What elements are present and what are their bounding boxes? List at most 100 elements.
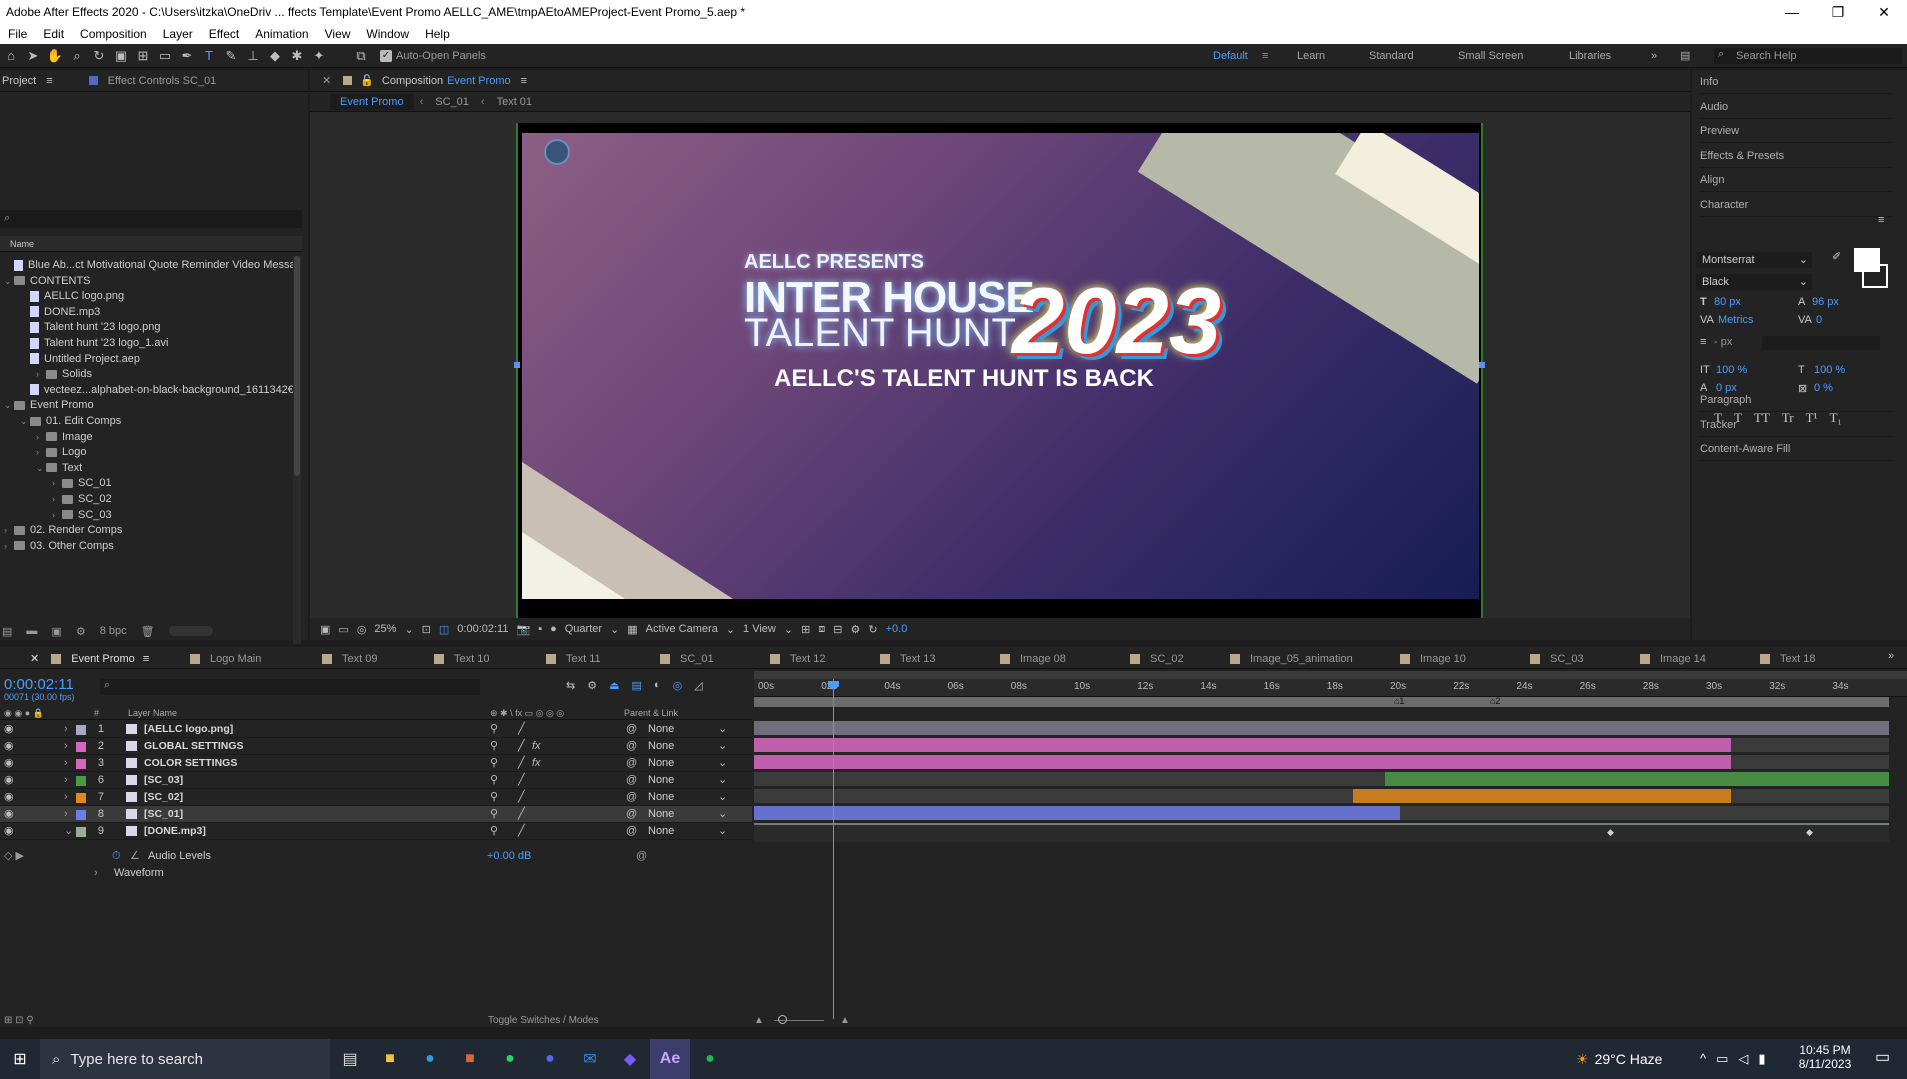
lock-icon[interactable]: 🔓 xyxy=(360,74,374,87)
color-channel-icon[interactable]: ● xyxy=(550,623,557,635)
pickwhip-icon[interactable]: @ xyxy=(626,823,637,840)
workspace-default[interactable]: Default xyxy=(1213,44,1248,68)
timeline-search-input[interactable]: ⌕ xyxy=(100,679,480,695)
label-color-icon[interactable] xyxy=(76,725,86,735)
tray-chevron-icon[interactable]: ^ xyxy=(1700,1051,1706,1067)
fit-icon[interactable]: ⊡ xyxy=(422,623,431,636)
region-of-interest-icon[interactable]: ◫ xyxy=(439,623,449,636)
timeline-tab[interactable]: SC_02 xyxy=(1130,649,1184,669)
taskbar-search[interactable]: ⌕ Type here to search xyxy=(40,1039,330,1079)
chevron-down-icon[interactable]: ⌄ xyxy=(718,789,727,806)
close-button[interactable]: ✕ xyxy=(1861,4,1907,21)
quality-switch-icon[interactable]: ╱ xyxy=(518,738,525,755)
stroke-color-swatch[interactable] xyxy=(1862,264,1888,288)
keyframe-2[interactable]: ◆ xyxy=(1806,827,1813,838)
eye-icon[interactable]: ◉ xyxy=(4,755,14,772)
clock[interactable]: 10:45 PM 8/11/2023 xyxy=(1790,1043,1860,1071)
label-color-icon[interactable] xyxy=(76,793,86,803)
speaker-icon[interactable]: ◁ xyxy=(1738,1051,1748,1067)
timeline-tab[interactable]: Text 12 xyxy=(770,649,825,669)
after-effects-icon[interactable]: Ae xyxy=(650,1039,690,1079)
more-workspaces-icon[interactable]: » xyxy=(1651,44,1657,68)
layer-name[interactable]: COLOR SETTINGS xyxy=(144,755,237,772)
chevron-right-icon[interactable]: › xyxy=(64,772,68,789)
maximize-button[interactable]: ❐ xyxy=(1815,4,1861,21)
layer-row[interactable]: ◉ › 2 GLOBAL SETTINGS ⚲ ╱ fx @ None ⌄ xyxy=(0,738,752,755)
discord-icon[interactable]: ● xyxy=(530,1039,570,1079)
menu-item-animation[interactable]: Animation xyxy=(247,27,316,41)
layer-duration-bar[interactable] xyxy=(754,806,1401,820)
zoom-in-icon[interactable]: ▲ xyxy=(840,1015,850,1026)
layer-row[interactable]: ◉ › 8 [SC_01] ⚲ ╱ @ None ⌄ xyxy=(0,806,752,823)
rotate-tool-icon[interactable]: ↻ xyxy=(88,48,110,64)
more-tabs-icon[interactable]: » xyxy=(1888,650,1894,662)
workspace-standard[interactable]: Standard xyxy=(1369,44,1414,68)
fx-switch-icon[interactable]: fx xyxy=(532,755,541,772)
timeline-tab[interactable]: Image 08 xyxy=(1000,649,1066,669)
chevron-down-icon[interactable]: ⌄ xyxy=(610,623,619,636)
marker-1[interactable]: ⌂1 xyxy=(1394,696,1404,706)
chevron-down-icon[interactable]: ⌄ xyxy=(718,806,727,823)
shy-switch-icon[interactable]: ⚲ xyxy=(490,806,498,823)
chevron-right-icon[interactable]: › xyxy=(4,537,14,555)
horizontal-scale-value[interactable]: 100 % xyxy=(1814,364,1845,376)
align-panel-icon[interactable]: ⧉ xyxy=(350,48,372,64)
new-folder-icon[interactable]: ▬ xyxy=(26,625,37,637)
layer-name[interactable]: [SC_01] xyxy=(144,806,183,823)
quality-switch-icon[interactable]: ╱ xyxy=(518,789,525,806)
panel-audio[interactable]: Audio xyxy=(1700,95,1892,119)
tab-project[interactable]: Project xyxy=(2,75,36,87)
chevron-right-icon[interactable]: › xyxy=(64,806,68,823)
selection-tool-icon[interactable]: ➤ xyxy=(22,48,44,64)
pickwhip-icon[interactable]: @ xyxy=(626,738,637,755)
fx-switch-icon[interactable]: fx xyxy=(532,738,541,755)
panel-menu-icon[interactable]: ≡ xyxy=(143,653,149,665)
project-search-input[interactable]: ⌕ xyxy=(0,210,302,228)
start-button[interactable]: ⊞ xyxy=(0,1039,40,1079)
panel-menu-icon[interactable]: ≡ xyxy=(1878,214,1884,226)
pickwhip-icon[interactable]: @ xyxy=(626,789,637,806)
shy-layers-icon[interactable]: ⏏ xyxy=(609,679,619,692)
current-time[interactable]: 0:00:02:11 xyxy=(457,623,508,635)
keyframe-1[interactable]: ◆ xyxy=(1607,827,1614,838)
3d-draft-icon[interactable]: ⧈ xyxy=(818,623,825,636)
battery-icon[interactable]: ▮ xyxy=(1758,1051,1765,1067)
font-size-value[interactable]: 80 px xyxy=(1714,296,1741,308)
parent-select[interactable]: None xyxy=(648,738,674,755)
close-tab-icon[interactable]: ✕ xyxy=(322,74,331,87)
project-scrollbar[interactable] xyxy=(293,256,301,644)
zoom-select[interactable]: 25% xyxy=(374,623,396,635)
menu-item-layer[interactable]: Layer xyxy=(155,27,201,41)
timeline-tab[interactable]: SC_03 xyxy=(1530,649,1584,669)
audio-levels-value[interactable]: +0.00 dB xyxy=(487,848,531,865)
mask-visibility-icon[interactable]: ◎ xyxy=(357,623,367,636)
label-color-icon[interactable] xyxy=(76,827,86,837)
menu-item-edit[interactable]: Edit xyxy=(35,27,72,41)
shy-switch-icon[interactable]: ⚲ xyxy=(490,772,498,789)
bit-depth-button[interactable]: 8 bpc xyxy=(100,625,127,637)
layer-row[interactable]: ◉ › 3 COLOR SETTINGS ⚲ ╱ fx @ None ⌄ xyxy=(0,755,752,772)
task-view-icon[interactable]: ▤ xyxy=(330,1039,370,1079)
eye-icon[interactable]: ◉ xyxy=(4,789,14,806)
panel-tracker[interactable]: Tracker xyxy=(1700,413,1892,437)
menu-item-help[interactable]: Help xyxy=(417,27,458,41)
camera-tool-icon[interactable]: ▣ xyxy=(110,48,132,64)
motion-blur-icon[interactable]: ◐ xyxy=(654,679,661,692)
layer-row[interactable]: ◉ › 1 [AELLC logo.png] ⚲ ╱ @ None ⌄ xyxy=(0,721,752,738)
quality-switch-icon[interactable]: ╱ xyxy=(518,806,525,823)
shy-switch-icon[interactable]: ⚲ xyxy=(490,789,498,806)
interpret-footage-icon[interactable]: ▤ xyxy=(2,625,12,638)
comp-tab-label[interactable]: Composition xyxy=(382,75,443,87)
monitor-icon[interactable]: ▭ xyxy=(338,623,348,636)
layer-name-header[interactable]: Layer Name xyxy=(128,708,177,718)
panel-content-aware-fill[interactable]: Content-Aware Fill xyxy=(1700,437,1892,462)
parent-select[interactable]: None xyxy=(648,772,674,789)
kerning-value[interactable]: Metrics xyxy=(1718,314,1753,326)
transparency-grid-icon[interactable]: ▦ xyxy=(627,623,637,636)
timeline-tab[interactable]: Image_05_animation xyxy=(1230,649,1353,669)
leading-value[interactable]: 96 px xyxy=(1812,296,1839,308)
workspace-small-screen[interactable]: Small Screen xyxy=(1458,44,1523,68)
delete-icon[interactable]: 🗑 xyxy=(141,625,155,638)
notifications-icon[interactable]: ▭ xyxy=(1875,1047,1890,1067)
panel-effects-presets[interactable]: Effects & Presets xyxy=(1700,144,1892,168)
